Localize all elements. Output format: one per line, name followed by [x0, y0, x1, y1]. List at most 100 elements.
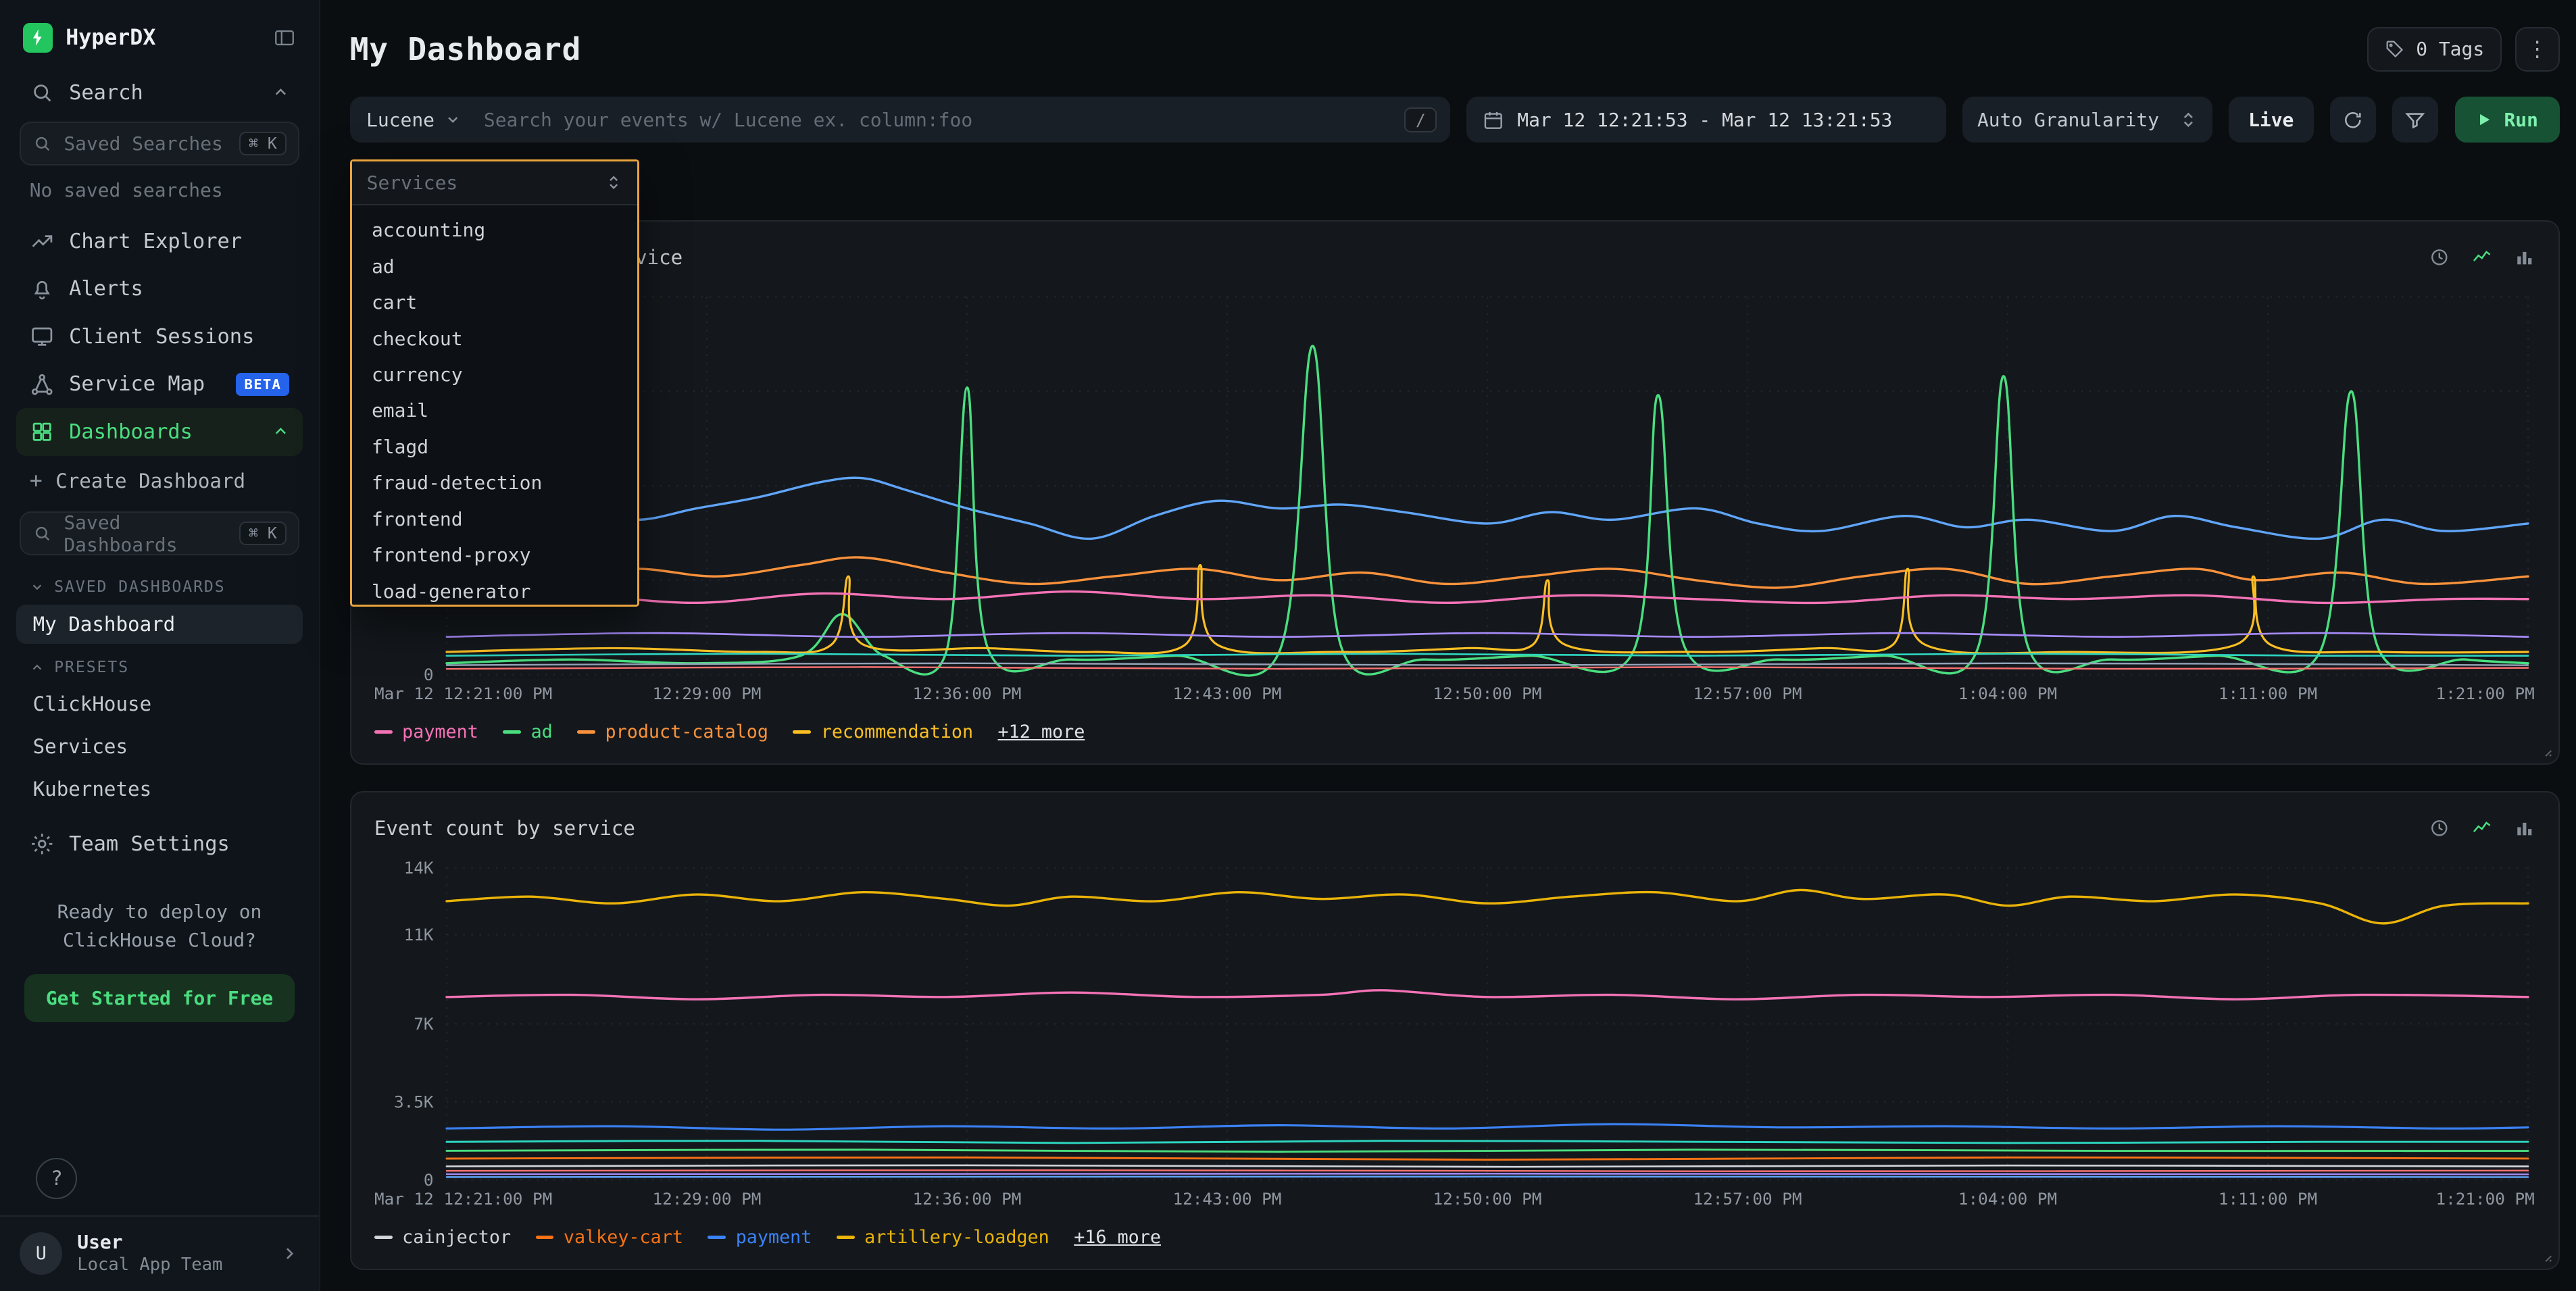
slash-shortcut-badge: /: [1404, 107, 1437, 133]
play-icon: [2476, 111, 2492, 128]
help-button[interactable]: ?: [36, 1158, 77, 1199]
get-started-button[interactable]: Get Started for Free: [24, 974, 295, 1023]
create-dashboard-button[interactable]: + Create Dashboard: [16, 456, 302, 507]
tags-button[interactable]: 0 Tags: [2367, 27, 2502, 72]
language-select[interactable]: Lucene: [350, 97, 477, 143]
main-content: My Dashboard 0 Tags ⋮ Lucene Search your…: [320, 0, 2576, 1291]
svg-text:1:11:00 PM: 1:11:00 PM: [2219, 1189, 2317, 1209]
services-dropdown-list: accountingadcartcheckoutcurrencyemailfla…: [352, 205, 637, 605]
granularity-select[interactable]: Auto Granularity: [1962, 97, 2212, 143]
legend-item[interactable]: payment: [374, 722, 478, 742]
chart-title: Request latency by service: [374, 246, 2429, 269]
sidebar-item-dashboards[interactable]: Dashboards: [16, 408, 302, 455]
sidebar-item-chart-explorer[interactable]: Chart Explorer: [16, 218, 302, 265]
clock-icon[interactable]: [2429, 817, 2450, 839]
svg-text:1:11:00 PM: 1:11:00 PM: [2219, 684, 2317, 703]
preset-item-services[interactable]: Services: [16, 727, 302, 766]
legend-more-link[interactable]: +12 more: [998, 722, 1085, 742]
dashboard-filters-row: [350, 161, 2560, 205]
legend-more-link[interactable]: +16 more: [1074, 1227, 1161, 1248]
user-menu[interactable]: U User Local App Team: [0, 1215, 319, 1291]
services-dropdown-option[interactable]: currency: [352, 357, 637, 393]
filter-button[interactable]: [2392, 97, 2438, 143]
svg-text:0: 0: [424, 1170, 434, 1190]
resize-handle[interactable]: [2537, 742, 2553, 758]
legend-swatch: [837, 1236, 855, 1239]
services-dropdown-option[interactable]: ad: [352, 249, 637, 284]
svg-text:14K: 14K: [403, 858, 433, 878]
resize-handle[interactable]: [2537, 1247, 2553, 1263]
preset-item-clickhouse[interactable]: ClickHouse: [16, 684, 302, 724]
chart-title: Event count by service: [374, 817, 2429, 840]
user-avatar: U: [20, 1232, 62, 1275]
preset-item-kubernetes[interactable]: Kubernetes: [16, 769, 302, 809]
page-title: My Dashboard: [350, 31, 2367, 68]
chart-panel-latency: Request latency by service Mar 12 12:21:…: [350, 220, 2560, 765]
sidebar-collapse-icon[interactable]: [273, 26, 296, 49]
saved-dashboards-input[interactable]: Saved Dashboards ⌘ K: [20, 511, 299, 556]
services-dropdown-option[interactable]: cart: [352, 284, 637, 320]
sidebar: HyperDX Search Saved Searches ⌘ K No sav…: [0, 0, 320, 1291]
legend-item[interactable]: valkey-cart: [536, 1227, 683, 1248]
hyperdx-logo-icon: [23, 23, 53, 53]
sidebar-item-service-map[interactable]: Service Map BETA: [16, 361, 302, 408]
svg-text:12:43:00 PM: 12:43:00 PM: [1172, 684, 1281, 703]
chevron-up-icon: [272, 84, 290, 102]
sidebar-header: HyperDX: [16, 16, 302, 69]
calendar-icon: [1483, 109, 1504, 131]
services-dropdown-option[interactable]: email: [352, 393, 637, 428]
services-dropdown-option[interactable]: frontend-proxy: [352, 537, 637, 573]
services-select-input[interactable]: Services: [352, 161, 637, 206]
saved-dashboards-section-header[interactable]: SAVED DASHBOARDS: [16, 565, 302, 603]
services-dropdown-option[interactable]: flagd: [352, 429, 637, 465]
chart-panel-event-count: Event count by service Mar 12 12:21:00 P…: [350, 791, 2560, 1270]
legend-item[interactable]: ad: [503, 722, 553, 742]
clock-icon[interactable]: [2429, 247, 2450, 268]
chart-canvas[interactable]: Mar 12 12:21:00 PM12:29:00 PM12:36:00 PM…: [374, 855, 2535, 1213]
live-button[interactable]: Live: [2229, 97, 2314, 143]
sidebar-item-label: Alerts: [69, 277, 289, 301]
svg-text:0: 0: [424, 665, 434, 684]
services-dropdown-option[interactable]: fraud-detection: [352, 465, 637, 501]
legend-swatch: [536, 1236, 554, 1239]
sidebar-item-search[interactable]: Search: [16, 69, 302, 116]
legend-item[interactable]: payment: [708, 1227, 812, 1248]
query-toolbar: Lucene Search your events w/ Lucene ex. …: [350, 97, 2560, 143]
legend-item[interactable]: cainjector: [374, 1227, 511, 1248]
sidebar-item-team-settings[interactable]: Team Settings: [16, 820, 302, 867]
services-dropdown-option[interactable]: accounting: [352, 212, 637, 248]
user-team: Local App Team: [77, 1255, 265, 1276]
time-range-picker[interactable]: Mar 12 12:21:53 - Mar 12 13:21:53: [1466, 97, 1946, 143]
saved-searches-input[interactable]: Saved Searches ⌘ K: [20, 122, 299, 166]
services-dropdown-option[interactable]: frontend: [352, 501, 637, 537]
legend-swatch: [374, 730, 393, 734]
bar-chart-icon[interactable]: [2514, 247, 2535, 268]
more-menu-button[interactable]: ⋮: [2515, 27, 2560, 72]
presets-section-header[interactable]: PRESETS: [16, 645, 302, 682]
services-dropdown-option[interactable]: load-generator: [352, 574, 637, 605]
shortcut-badge: ⌘ K: [239, 132, 287, 155]
shortcut-badge: ⌘ K: [239, 522, 287, 545]
chevron-up-icon: [272, 423, 290, 441]
bar-chart-icon[interactable]: [2514, 817, 2535, 839]
svg-text:12:50:00 PM: 12:50:00 PM: [1433, 1189, 1541, 1209]
legend-item[interactable]: artillery-loadgen: [837, 1227, 1049, 1248]
services-dropdown-option[interactable]: checkout: [352, 321, 637, 357]
saved-dashboard-item[interactable]: My Dashboard: [16, 605, 302, 644]
sidebar-item-alerts[interactable]: Alerts: [16, 265, 302, 313]
legend-item[interactable]: product-catalog: [577, 722, 768, 742]
svg-text:12:29:00 PM: 12:29:00 PM: [652, 1189, 761, 1209]
sidebar-item-client-sessions[interactable]: Client Sessions: [16, 313, 302, 360]
legend-item[interactable]: recommendation: [793, 722, 973, 742]
refresh-button[interactable]: [2330, 97, 2376, 143]
svg-text:12:57:00 PM: 12:57:00 PM: [1693, 1189, 1802, 1209]
create-dashboard-label: Create Dashboard: [55, 470, 245, 492]
legend-swatch: [793, 730, 811, 734]
dashboards-grid-icon: [30, 420, 54, 444]
svg-text:11K: 11K: [403, 925, 433, 944]
chart-canvas[interactable]: Mar 12 12:21:00 PM12:29:00 PM12:36:00 PM…: [374, 284, 2535, 707]
run-button[interactable]: Run: [2455, 97, 2560, 143]
line-chart-icon[interactable]: [2471, 247, 2493, 268]
search-input[interactable]: Search your events w/ Lucene ex. column:…: [477, 109, 1404, 131]
line-chart-icon[interactable]: [2471, 817, 2493, 839]
